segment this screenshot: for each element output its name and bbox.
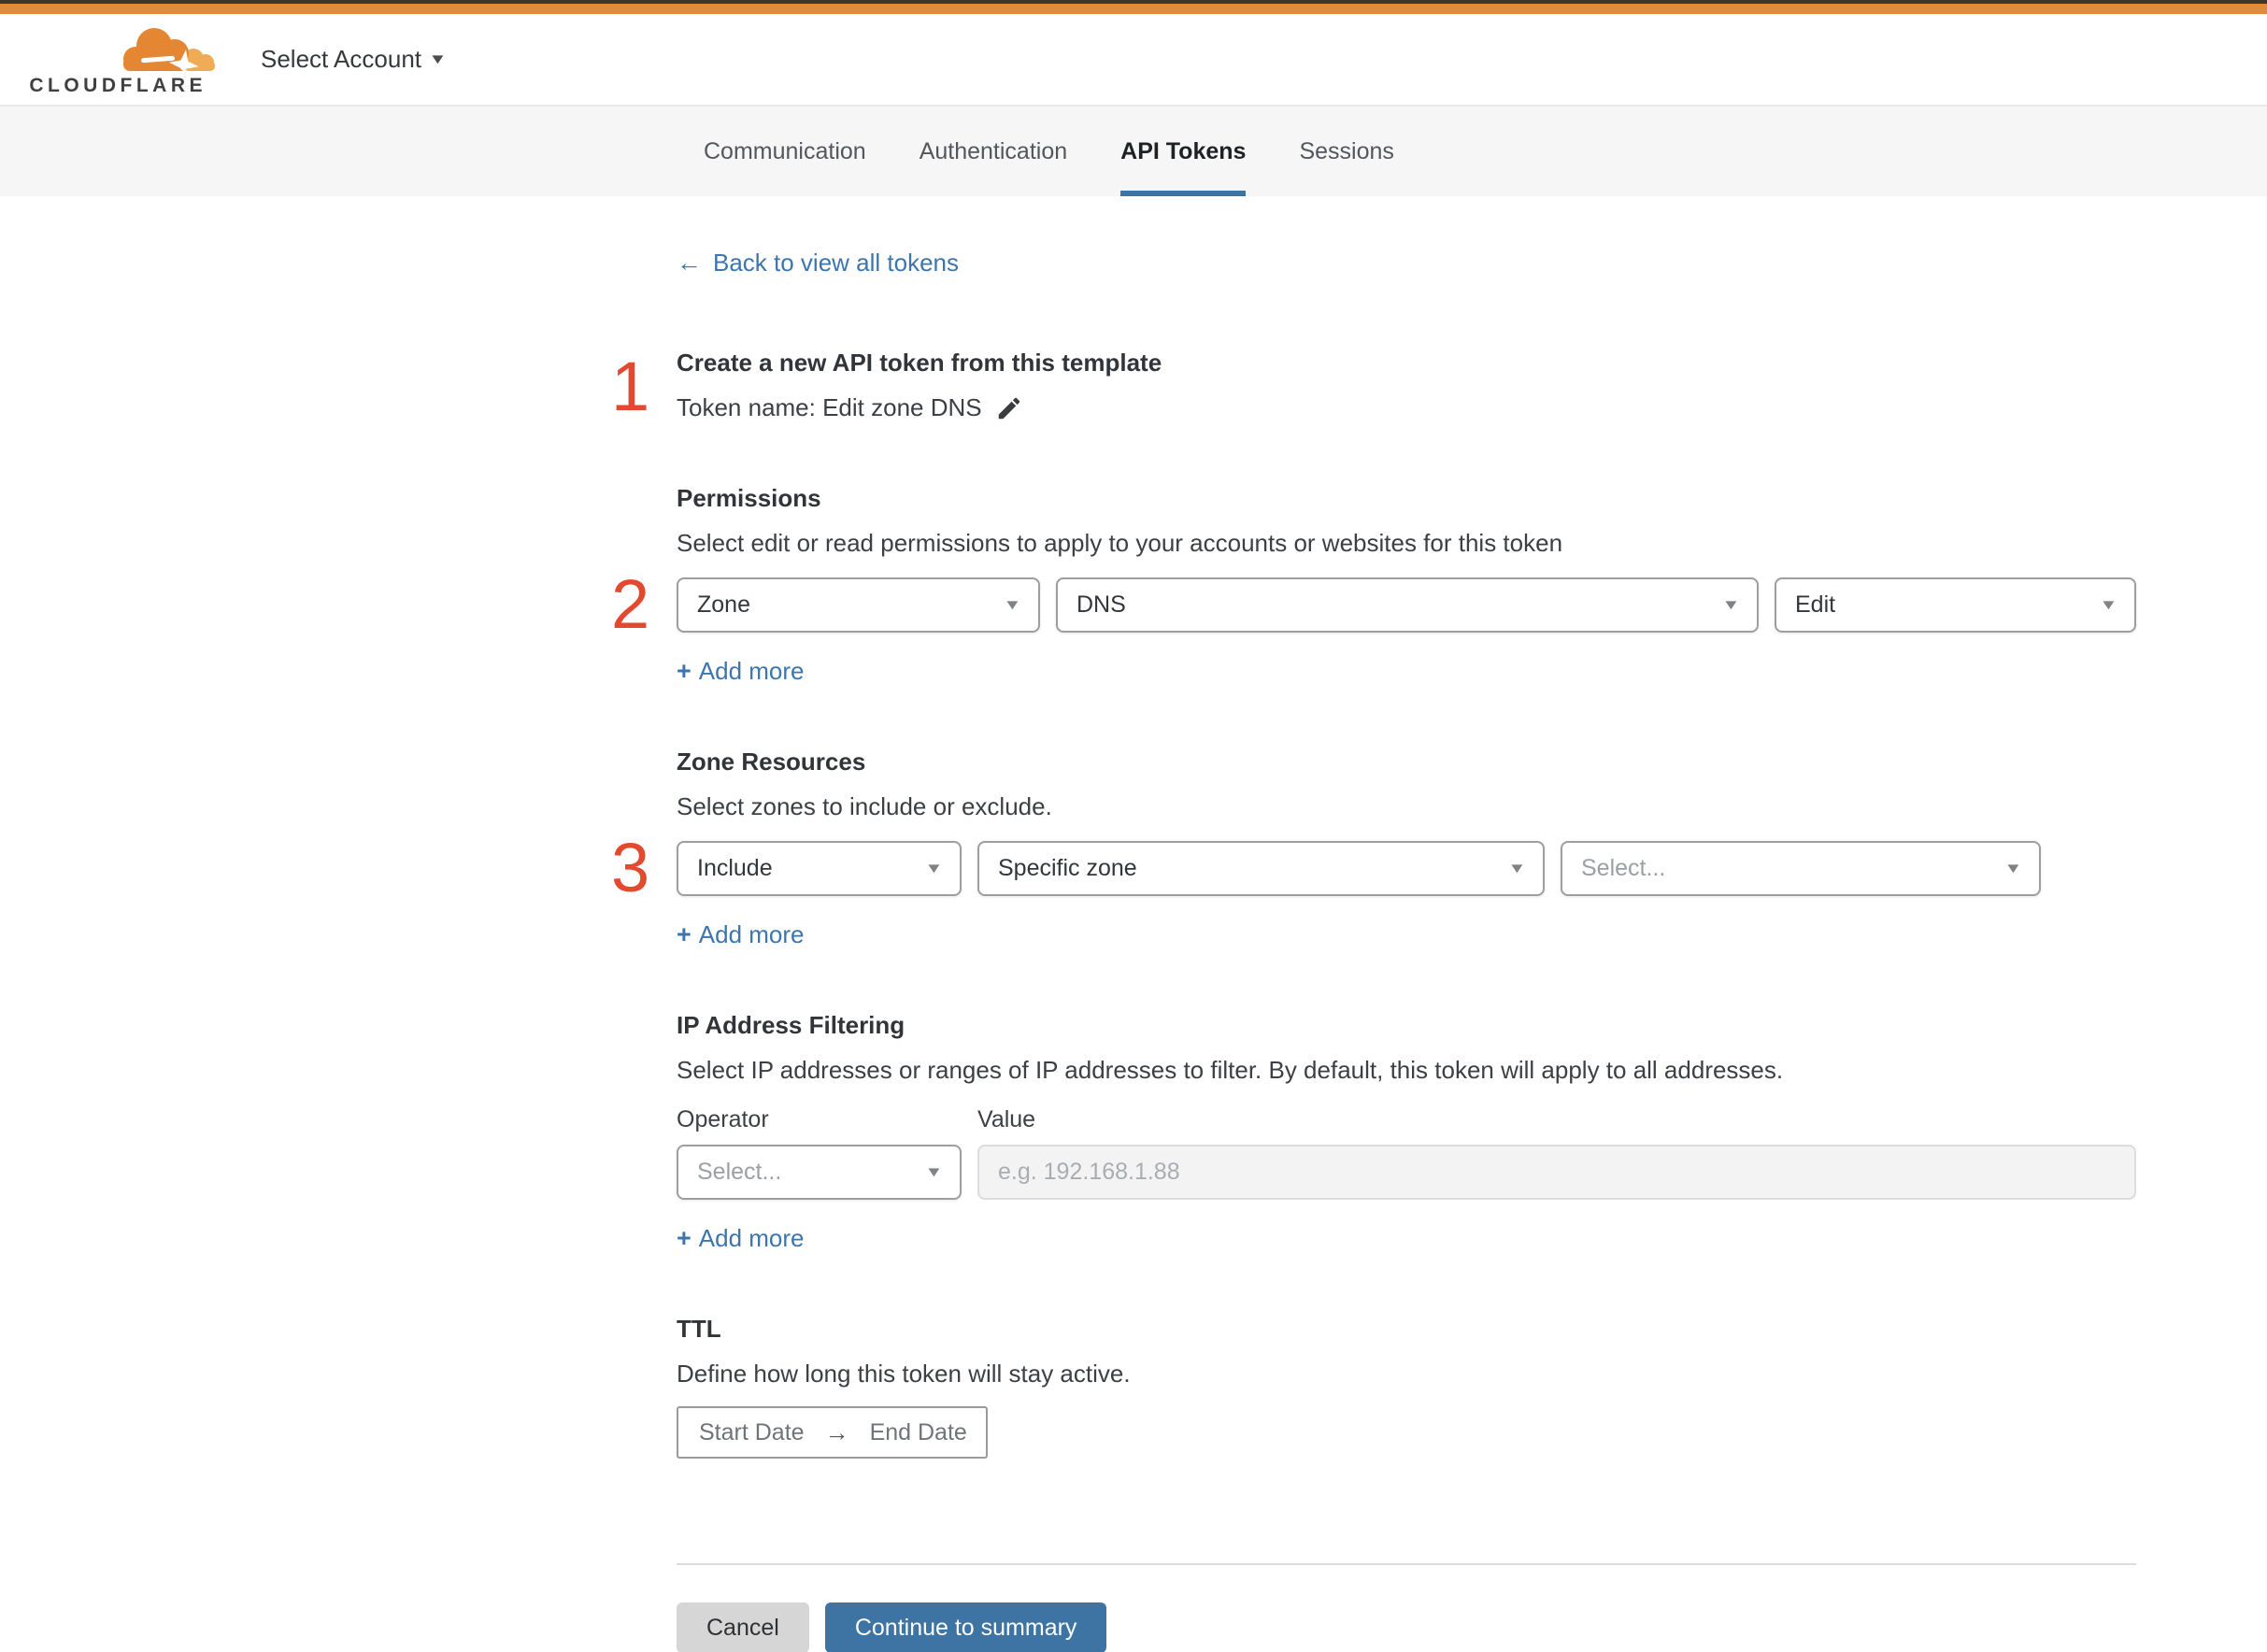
chevron-down-icon: ▼ (2099, 597, 2118, 613)
permission-category-value: DNS (1076, 591, 1126, 618)
zone-value-placeholder: Select... (1581, 855, 1666, 881)
ip-operator-select[interactable]: Select... ▼ (677, 1145, 962, 1200)
zone-operator-select[interactable]: Include ▼ (677, 841, 962, 896)
ttl-description: Define how long this token will stay act… (677, 1360, 1131, 1388)
ip-filtering-description: Select IP addresses or ranges of IP addr… (677, 1056, 1784, 1084)
chevron-down-icon: ▼ (924, 861, 944, 876)
chevron-down-icon: ▼ (1721, 597, 1741, 613)
back-arrow-icon: ← (677, 249, 702, 277)
date-range-picker[interactable]: Start Date → End Date (677, 1406, 988, 1459)
zone-resources-add-more-link[interactable]: + Add more (677, 920, 805, 949)
back-link-label: Back to view all tokens (713, 249, 960, 277)
zone-resources-description: Select zones to include or exclude. (677, 792, 1052, 820)
tab-sessions[interactable]: Sessions (1299, 107, 1393, 196)
cancel-button[interactable]: Cancel (677, 1602, 809, 1652)
app-header: CLOUDFLARE Select Account ▼ (0, 14, 2267, 105)
main-content: ← Back to view all tokens 1 Create a new… (611, 196, 2136, 1652)
tab-authentication[interactable]: Authentication (920, 107, 1067, 196)
account-selector[interactable]: Select Account ▼ (261, 45, 448, 74)
arrow-right-icon: → (824, 1417, 849, 1446)
permissions-heading: Permissions (677, 484, 821, 512)
ip-filtering-section: IP Address Filtering Select IP addresses… (677, 1007, 2136, 1253)
ttl-section: TTL Define how long this token will stay… (677, 1311, 2136, 1459)
zone-value-select[interactable]: Select... ▼ (1561, 841, 2041, 896)
zone-operator-value: Include (697, 855, 773, 881)
tab-api-tokens[interactable]: API Tokens (1120, 107, 1247, 196)
ip-filtering-add-more-link[interactable]: + Add more (677, 1224, 805, 1253)
plus-icon: + (677, 657, 692, 685)
chevron-down-icon: ▼ (2003, 861, 2023, 876)
chevron-down-icon: ▼ (1507, 861, 1527, 876)
zone-type-select[interactable]: Specific zone ▼ (977, 841, 1545, 896)
chevron-down-icon: ▼ (1003, 597, 1022, 613)
ip-value-input[interactable] (977, 1145, 2136, 1200)
ttl-heading: TTL (677, 1315, 721, 1343)
chevron-down-icon: ▼ (428, 51, 448, 67)
tab-communication[interactable]: Communication (704, 107, 866, 196)
back-to-tokens-link[interactable]: ← Back to view all tokens (677, 249, 959, 278)
plus-icon: + (677, 920, 692, 948)
chevron-down-icon: ▼ (924, 1164, 944, 1180)
zone-resources-section: 3 Zone Resources Select zones to include… (611, 744, 2136, 949)
step-number-2: 2 (611, 565, 650, 643)
zone-type-value: Specific zone (998, 855, 1137, 881)
cloudflare-cloud-icon (123, 28, 215, 71)
continue-to-summary-button[interactable]: Continue to summary (824, 1602, 1107, 1652)
step-number-1: 1 (611, 348, 650, 425)
tab-bar: Communication Authentication API Tokens … (0, 105, 2267, 196)
zone-resources-heading: Zone Resources (677, 748, 866, 776)
ip-operator-placeholder: Select... (697, 1159, 782, 1185)
logo-wordmark: CLOUDFLARE (29, 75, 207, 96)
value-label: Value (977, 1106, 1036, 1132)
permission-access-select[interactable]: Edit ▼ (1775, 577, 2136, 633)
start-date-label: Start Date (699, 1418, 805, 1446)
add-more-label: Add more (698, 1224, 805, 1252)
account-selector-label: Select Account (261, 45, 421, 73)
plus-icon: + (677, 1224, 692, 1252)
permission-category-select[interactable]: DNS ▼ (1056, 577, 1759, 633)
permissions-description: Select edit or read permissions to apply… (677, 529, 1563, 557)
permission-scope-value: Zone (697, 591, 750, 618)
add-more-label: Add more (698, 657, 805, 685)
footer-actions: Cancel Continue to summary (677, 1602, 2136, 1652)
edit-pencil-icon[interactable] (995, 394, 1023, 422)
create-token-heading: Create a new API token from this templat… (677, 349, 1162, 377)
end-date-label: End Date (869, 1418, 967, 1446)
add-more-label: Add more (698, 920, 805, 948)
brand-accent-bar (0, 4, 2267, 14)
permission-scope-select[interactable]: Zone ▼ (677, 577, 1040, 633)
permission-access-value: Edit (1795, 591, 1836, 618)
permissions-add-more-link[interactable]: + Add more (677, 657, 805, 686)
footer-divider (677, 1563, 2136, 1565)
token-name-section: 1 Create a new API token from this templ… (611, 345, 2136, 422)
cloudflare-logo[interactable]: CLOUDFLARE (29, 21, 215, 97)
step-number-3: 3 (611, 829, 650, 906)
ip-filtering-heading: IP Address Filtering (677, 1011, 905, 1039)
token-name-text: Token name: Edit zone DNS (677, 393, 982, 421)
operator-label: Operator (677, 1106, 769, 1132)
permissions-section: 2 Permissions Select edit or read permis… (611, 480, 2136, 686)
